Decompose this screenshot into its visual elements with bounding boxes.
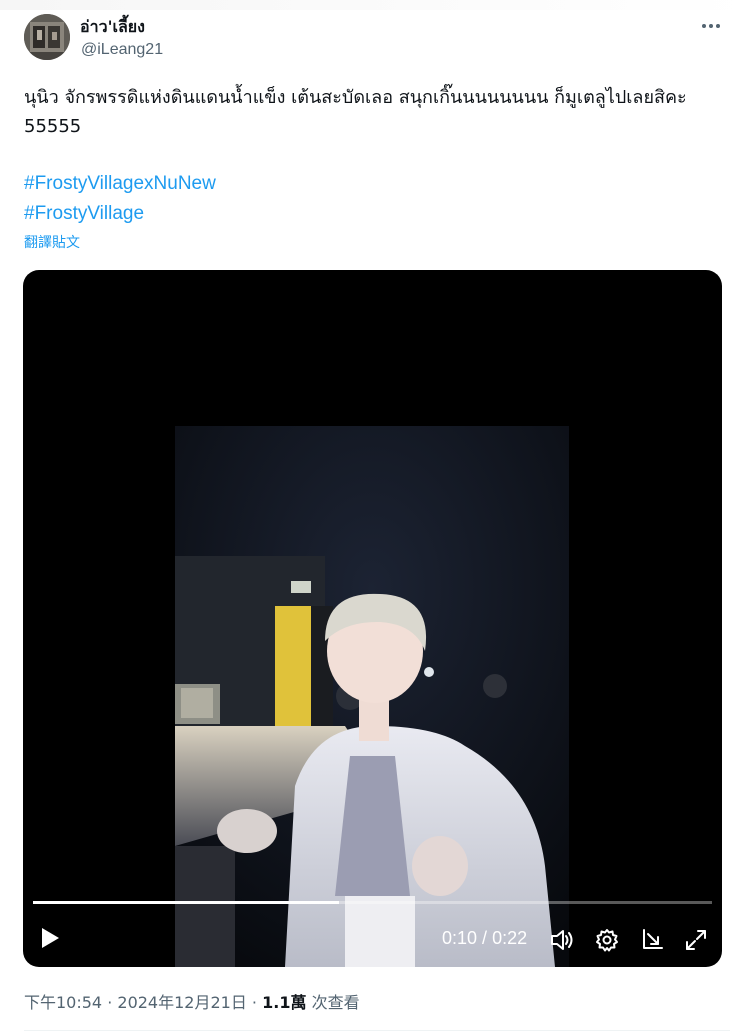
pop-out-button[interactable] — [639, 927, 665, 953]
video-frame[interactable] — [175, 426, 569, 967]
divider — [24, 1030, 730, 1031]
avatar[interactable] — [24, 14, 70, 60]
fullscreen-button[interactable] — [683, 927, 709, 953]
hashtag-link[interactable]: #FrostyVillage — [24, 203, 144, 225]
play-icon — [42, 928, 59, 948]
time-display: 0:10 / 0:22 — [442, 928, 527, 949]
progress-bar[interactable] — [33, 901, 712, 904]
duration: 0:22 — [492, 928, 528, 948]
current-time: 0:10 — [442, 928, 478, 948]
volume-button[interactable] — [549, 927, 575, 953]
meta-separator: · — [246, 993, 263, 1012]
tweet-date[interactable]: 2024年12月21日 — [117, 993, 246, 1012]
more-options-button[interactable] — [696, 12, 726, 40]
author-display-name[interactable]: อ่าว'เลี้ยง — [80, 15, 145, 40]
volume-icon — [551, 930, 573, 950]
author-handle[interactable]: @iLeang21 — [81, 41, 163, 59]
views-count: 1.1萬 — [262, 993, 307, 1012]
tweet-metadata: 下午10:54 · 2024年12月21日 · 1.1萬 次查看 — [24, 989, 360, 1013]
tweet-time[interactable]: 下午10:54 — [24, 993, 102, 1012]
translate-post-link[interactable]: 翻譯貼文 — [24, 232, 80, 252]
hashtag-link[interactable]: #FrostyVillagexNuNew — [24, 173, 216, 195]
pop-out-icon — [643, 929, 663, 949]
fullscreen-icon — [686, 930, 706, 950]
views-label: 次查看 — [311, 993, 360, 1012]
meta-separator: · — [102, 993, 118, 1012]
tweet-text: นุนิว จักรพรรดิแห่งดินแดนน้ำแข็ง เต้นสะบ… — [24, 87, 687, 137]
progress-fill — [33, 901, 339, 904]
tweet: อ่าว'เลี้ยง @iLeang21 นุนิว จักรพรรดิแห่… — [0, 0, 754, 1035]
more-horizontal-icon — [702, 24, 706, 28]
play-button[interactable] — [37, 925, 63, 951]
time-separator: / — [477, 928, 493, 948]
settings-gear-icon — [596, 929, 618, 952]
video-player[interactable]: 0:10 / 0:22 — [23, 270, 722, 967]
settings-button[interactable] — [594, 927, 620, 953]
